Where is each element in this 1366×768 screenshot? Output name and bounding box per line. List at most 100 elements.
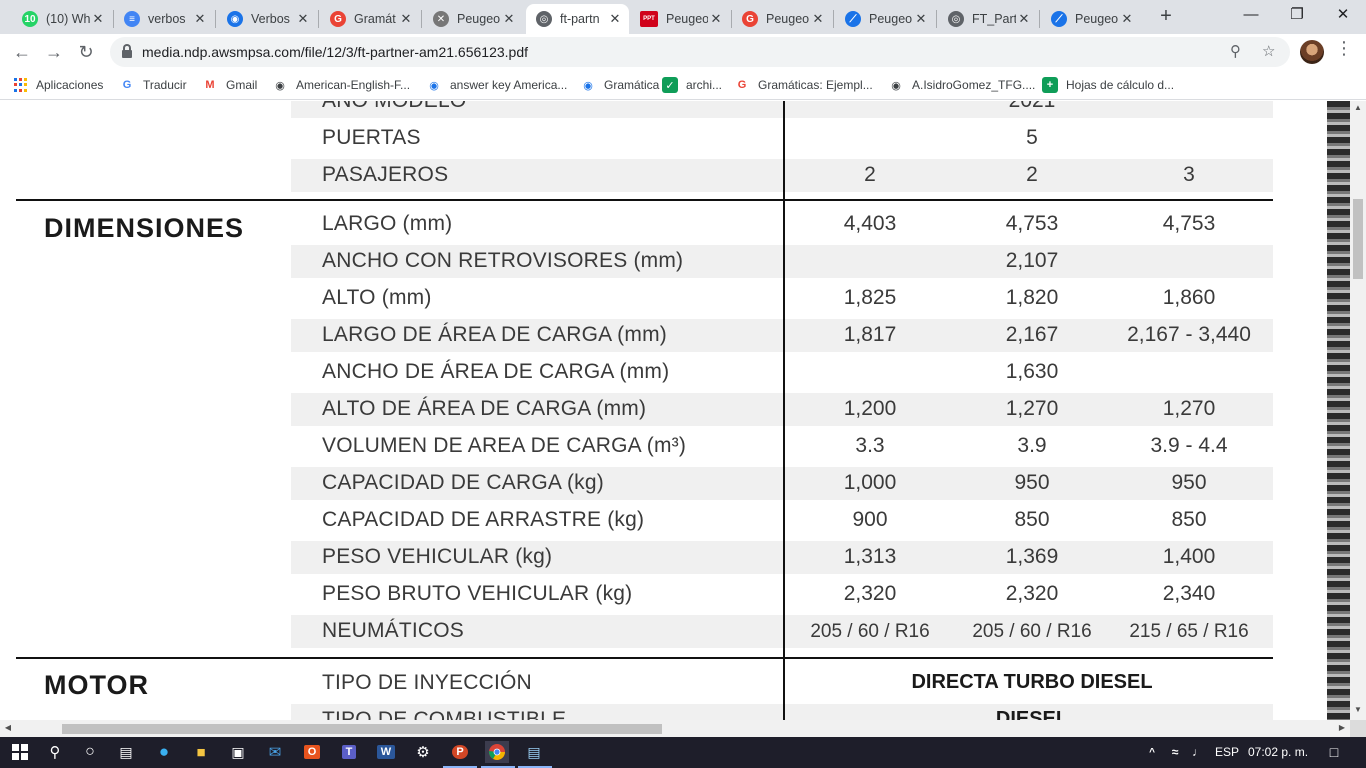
settings-gear-icon[interactable]: ⚙	[411, 741, 435, 763]
profile-avatar[interactable]	[1300, 40, 1324, 64]
close-tab-icon[interactable]: ✕	[90, 11, 106, 27]
office-icon[interactable]: O	[303, 745, 321, 759]
powerpoint-icon[interactable]: P	[452, 745, 468, 759]
vertical-scrollbar[interactable]: ▲ ▼	[1350, 101, 1366, 720]
spec-label: VOLUMEN DE AREA DE CARGA (m³)	[322, 434, 687, 457]
tab-3[interactable]: ◉ Verbos ✕	[217, 4, 317, 34]
bookmark-item[interactable]: M Gmail	[202, 76, 257, 94]
notification-icon[interactable]: □	[1322, 741, 1346, 763]
spec-label: ALTO DE ÁREA DE CARGA (mm)	[322, 397, 647, 420]
file-explorer-icon[interactable]: ■	[189, 741, 213, 763]
close-tab-icon[interactable]: ✕	[295, 11, 311, 27]
tab-5[interactable]: ✕ Peugeo ✕	[423, 4, 523, 34]
check-icon: ✓	[662, 77, 678, 93]
close-tab-icon[interactable]: ✕	[708, 11, 724, 27]
teams-icon[interactable]: T	[341, 745, 357, 759]
close-window-button[interactable]: ✕	[1320, 0, 1366, 32]
forward-icon[interactable]: →	[40, 38, 68, 66]
chrome-icon[interactable]	[485, 741, 509, 763]
scroll-right-arrow-icon[interactable]: ▶	[1334, 723, 1350, 732]
apps-grid-icon	[14, 78, 28, 92]
edge-pdf-icon: ⟋	[845, 11, 861, 27]
tab-10[interactable]: ◎ FT_Part ✕	[938, 4, 1038, 34]
scroll-down-arrow-icon[interactable]: ▼	[1350, 705, 1366, 714]
tab-separator	[318, 10, 319, 28]
url-text[interactable]: media.ndp.awsmpsa.com/file/12/3/ft-partn…	[142, 44, 528, 60]
horizontal-scroll-thumb[interactable]	[62, 724, 662, 734]
bookmark-item[interactable]: ✓ archi...	[662, 76, 722, 94]
bookmark-item[interactable]: ◉ Gramática	[580, 76, 659, 94]
tab-9[interactable]: ⟋ Peugeo ✕	[835, 4, 935, 34]
close-tab-icon[interactable]: ✕	[1016, 11, 1032, 27]
tab-1[interactable]: 10 (10) Wh ✕	[12, 4, 112, 34]
pdf-viewport[interactable]: AÑO MODELO 2021 PUERTAS 5 PASAJEROS 2 2 3 LARGO …	[0, 101, 1350, 720]
tab-7[interactable]: PPT Peugeo ✕	[630, 4, 730, 34]
edge-icon[interactable]: ●	[152, 741, 176, 763]
tab-title: Peugeo	[457, 12, 501, 26]
notepad-icon[interactable]: ▤	[522, 741, 546, 763]
clock[interactable]: 07:02 p. m.	[1248, 745, 1308, 759]
spec-value: 4,753	[1162, 212, 1216, 235]
tab-6[interactable]: ◎ ft-partn ✕	[526, 4, 629, 34]
zoom-icon[interactable]: ⚲	[1230, 42, 1241, 60]
back-icon[interactable]: ←	[8, 38, 36, 66]
spec-value: DIRECTA TURBO DIESEL	[911, 671, 1153, 693]
sheets-icon: +	[1042, 77, 1058, 93]
tab-title: Peugeo	[666, 12, 708, 26]
windows-start-icon[interactable]	[8, 741, 32, 763]
show-hidden-icons-chevron-icon[interactable]: ^	[1140, 741, 1164, 763]
scroll-up-arrow-icon[interactable]: ▲	[1350, 103, 1366, 112]
google-icon: G	[737, 79, 747, 91]
close-tab-icon[interactable]: ✕	[810, 11, 826, 27]
tools-icon: ✕	[433, 11, 449, 27]
close-tab-icon[interactable]: ✕	[501, 11, 517, 27]
restore-button[interactable]: ❐	[1274, 0, 1320, 32]
spec-value: 950	[1171, 471, 1207, 494]
spec-value: 1,000	[843, 471, 897, 494]
bookmark-label: Gramáticas: Ejempl...	[758, 78, 873, 92]
minimize-button[interactable]: —	[1228, 0, 1274, 32]
spec-value: 3.9	[1017, 434, 1047, 457]
spec-value: 1,630	[1005, 360, 1059, 383]
tab-2[interactable]: ≡ verbos ✕	[114, 4, 214, 34]
close-tab-icon[interactable]: ✕	[607, 11, 623, 27]
horizontal-scrollbar[interactable]: ◀ ▶	[0, 720, 1350, 737]
address-bar[interactable]: media.ndp.awsmpsa.com/file/12/3/ft-partn…	[110, 37, 1290, 67]
bookmark-item[interactable]: ◉ American-English-F...	[272, 76, 410, 94]
bookmark-item[interactable]: ◉ answer key America...	[426, 76, 567, 94]
close-tab-icon[interactable]: ✕	[913, 11, 929, 27]
tab-11[interactable]: ⟋ Peugeo ✕	[1041, 4, 1141, 34]
bookmark-item[interactable]: ◉ A.IsidroGomez_TFG....	[888, 76, 1035, 94]
language-indicator[interactable]: ESP	[1215, 745, 1239, 759]
volume-icon[interactable]: ♩	[1186, 741, 1210, 763]
spec-value: 1,817	[843, 323, 897, 346]
close-tab-icon[interactable]: ✕	[1119, 11, 1135, 27]
bookmark-item[interactable]: Aplicaciones	[14, 76, 103, 94]
wifi-icon[interactable]: ≈	[1163, 741, 1187, 763]
spec-value: 4,403	[843, 212, 897, 235]
bookmark-label: answer key America...	[450, 78, 568, 92]
tab-title: Peugeo	[766, 12, 810, 26]
spec-label: TIPO DE COMBUSTIBLE	[322, 708, 567, 720]
tab-4[interactable]: G Gramát ✕	[320, 4, 420, 34]
cortana-icon[interactable]: ○	[78, 741, 102, 763]
bookmark-item[interactable]: + Hojas de cálculo d...	[1042, 76, 1174, 94]
bookmark-item[interactable]: G Gramáticas: Ejempl...	[734, 76, 873, 94]
tab-8[interactable]: G Peugeo ✕	[732, 4, 832, 34]
search-icon[interactable]: ⚲	[43, 741, 67, 763]
new-tab-button[interactable]: +	[1154, 5, 1178, 29]
bookmark-star-icon[interactable]: ☆	[1262, 42, 1275, 60]
reload-icon[interactable]: ↻	[72, 38, 100, 66]
more-menu-icon[interactable]: ⋮	[1334, 38, 1354, 59]
page-edge-image	[1327, 101, 1350, 720]
close-tab-icon[interactable]: ✕	[398, 11, 414, 27]
task-view-icon[interactable]: ▤	[114, 741, 138, 763]
bookmark-item[interactable]: G Traducir	[119, 76, 187, 94]
mail-icon[interactable]: ✉	[263, 741, 287, 763]
globe-icon: ◉	[275, 79, 285, 92]
scroll-left-arrow-icon[interactable]: ◀	[0, 723, 16, 732]
vertical-scroll-thumb[interactable]	[1353, 199, 1363, 279]
store-icon[interactable]: ▣	[226, 741, 250, 763]
close-tab-icon[interactable]: ✕	[192, 11, 208, 27]
word-icon[interactable]: W	[376, 745, 396, 759]
